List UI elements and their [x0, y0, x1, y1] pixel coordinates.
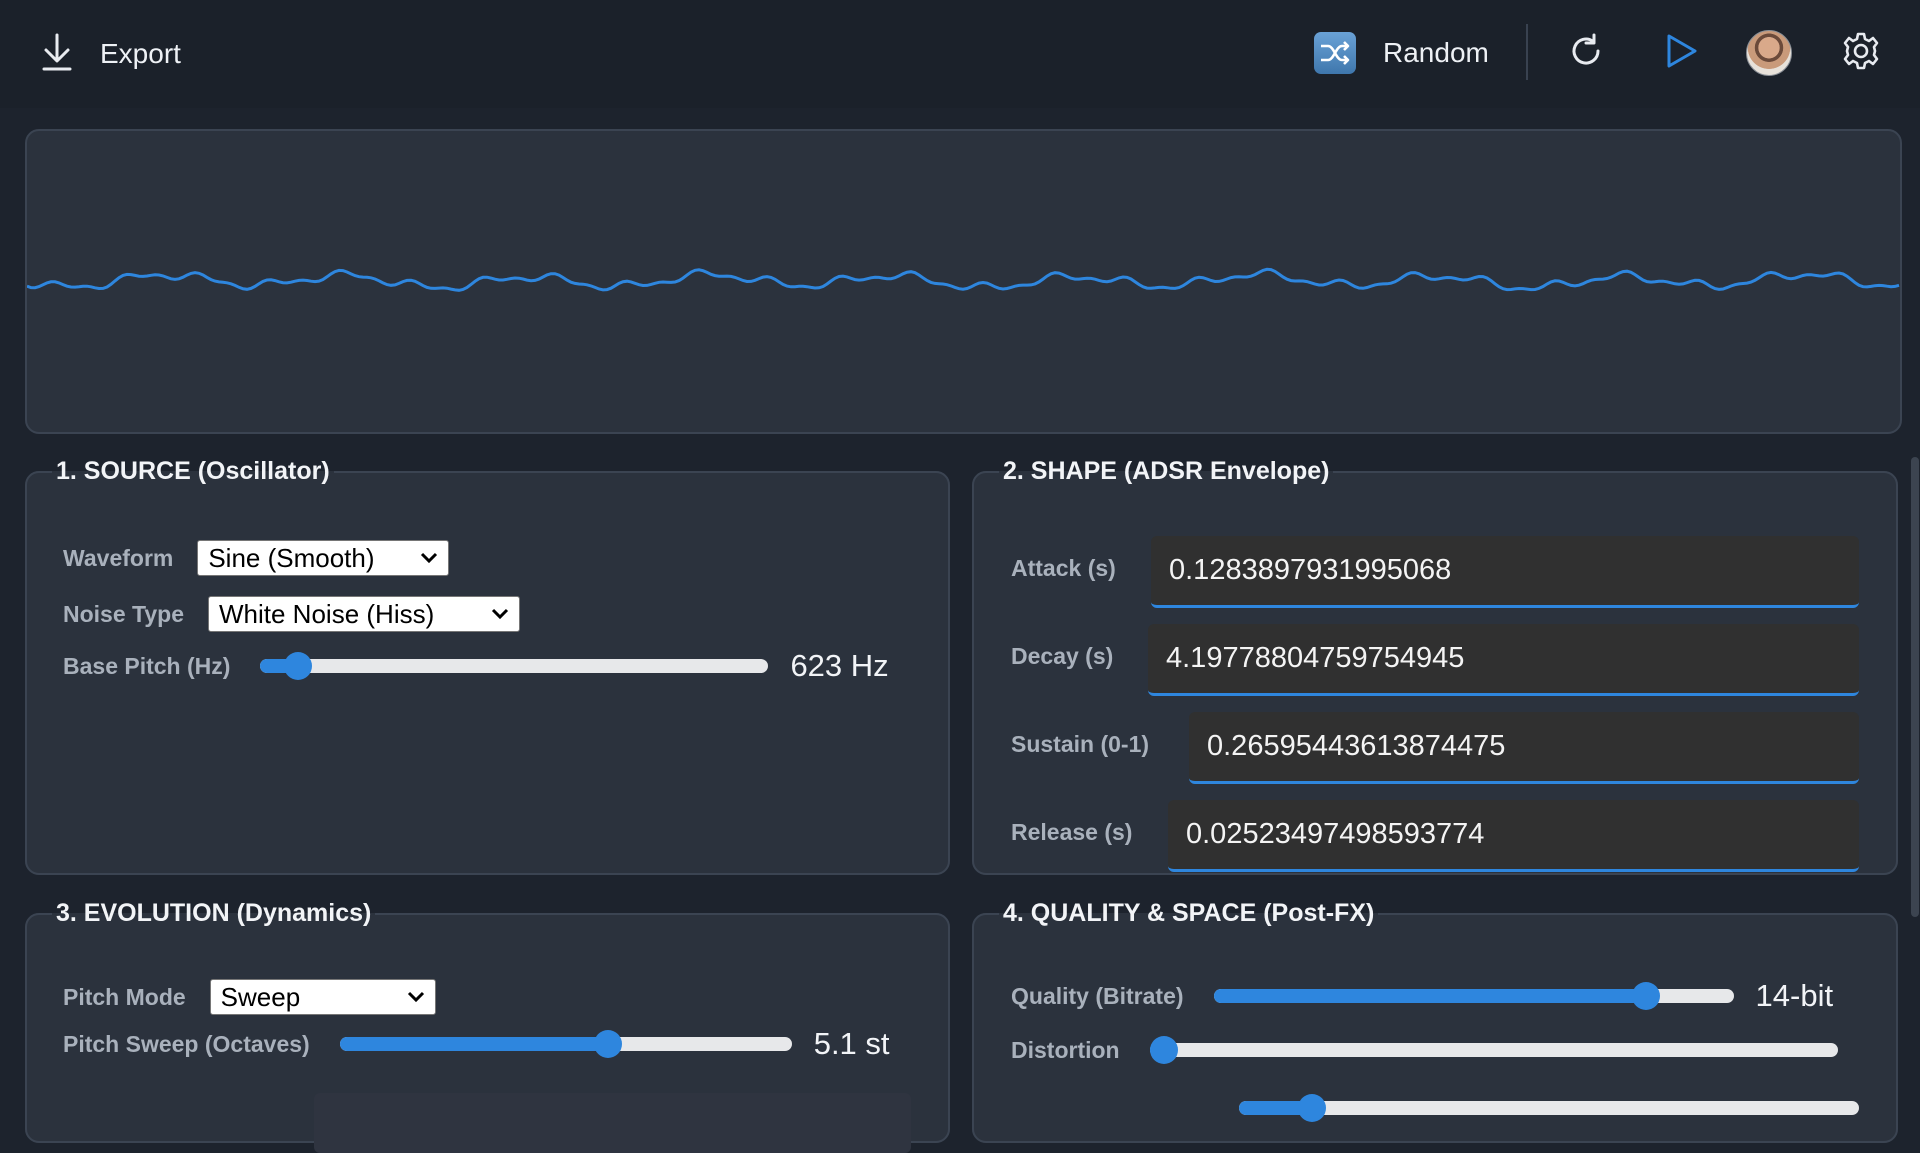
random-label: Random [1383, 37, 1489, 68]
slider-fill [1213, 989, 1646, 1003]
source-panel: 1. SOURCE (Oscillator) Waveform Sine (Sm… [25, 457, 950, 875]
pitch-sweep-label: Pitch Sweep (Octaves) [63, 1030, 310, 1057]
page-scrollbar[interactable] [1911, 457, 1919, 917]
attack-label: Attack (s) [1011, 555, 1116, 581]
export-label: Export [100, 38, 181, 69]
chevron-down-icon [491, 604, 509, 625]
slider-thumb[interactable] [1149, 1036, 1178, 1064]
user-avatar-button[interactable] [1746, 30, 1792, 76]
slider-thumb[interactable] [1631, 982, 1660, 1010]
slider-thumb[interactable] [594, 1030, 623, 1058]
bitrate-row: Quality (Bitrate) 14-bit [1011, 978, 1861, 1014]
pitch-sweep-slider[interactable] [339, 1030, 792, 1058]
refresh-icon [1567, 32, 1605, 75]
pitch-mode-select[interactable]: Sweep [209, 979, 436, 1015]
sustain-label: Sustain (0-1) [1011, 731, 1150, 757]
decay-input[interactable]: 4.19778804759754945 [1148, 624, 1859, 696]
distortion-label: Distortion [1011, 1036, 1120, 1063]
random-button[interactable]: Random [1314, 30, 1489, 76]
avatar [1746, 30, 1792, 76]
chevron-down-icon [420, 548, 438, 569]
base-pitch-row: Base Pitch (Hz) 623 Hz [63, 648, 913, 684]
slider-thumb[interactable] [284, 652, 313, 680]
attack-input[interactable]: 0.1283897931995068 [1151, 536, 1859, 608]
play-icon [1662, 32, 1700, 75]
distortion-slider[interactable] [1149, 1036, 1838, 1064]
slider-track [1149, 1043, 1838, 1057]
noise-type-select[interactable]: White Noise (Hiss) [208, 596, 520, 632]
evolution-panel: 3. EVOLUTION (Dynamics) Pitch Mode Sweep… [25, 899, 950, 1153]
slider-track [260, 659, 769, 673]
refresh-button[interactable] [1563, 30, 1609, 76]
shape-panel-title: 2. SHAPE (ADSR Envelope) [1003, 457, 1330, 485]
waveform-graph [27, 267, 1900, 292]
bitrate-value: 14-bit [1755, 978, 1834, 1013]
pitch-sweep-value: 5.1 st [813, 1026, 890, 1061]
waveform-label: Waveform [63, 544, 174, 571]
release-label: Release (s) [1011, 819, 1133, 845]
quality-panel-title: 4. QUALITY & SPACE (Post-FX) [1003, 899, 1375, 927]
next-field-input[interactable] [314, 1093, 911, 1153]
waveform-select[interactable]: Sine (Smooth) [197, 540, 450, 576]
release-input[interactable]: 0.02523497498593774 [1168, 800, 1859, 872]
noise-type-select-value: White Noise (Hiss) [219, 598, 435, 629]
export-button[interactable]: Export [40, 32, 181, 76]
slider-track [1239, 1101, 1859, 1115]
pitch-mode-row: Pitch Mode Sweep [63, 979, 436, 1015]
play-button[interactable] [1658, 30, 1704, 76]
filter-row [1011, 1094, 1861, 1122]
decay-label: Decay (s) [1011, 643, 1114, 669]
pitch-mode-select-value: Sweep [220, 981, 301, 1012]
download-icon [40, 32, 74, 77]
top-toolbar: Export Random [0, 0, 1920, 108]
noise-row: Noise Type White Noise (Hiss) [63, 596, 520, 632]
bitrate-slider[interactable] [1213, 982, 1734, 1010]
slider-fill [339, 1037, 609, 1051]
slider-thumb[interactable] [1298, 1094, 1327, 1122]
pitch-mode-label: Pitch Mode [63, 983, 186, 1010]
waveform-select-value: Sine (Smooth) [208, 542, 375, 573]
base-pitch-label: Base Pitch (Hz) [63, 652, 231, 679]
shuffle-icon [1314, 32, 1356, 74]
quality-panel: 4. QUALITY & SPACE (Post-FX) Quality (Bi… [972, 899, 1898, 1143]
noise-type-label: Noise Type [63, 600, 184, 627]
source-panel-title: 1. SOURCE (Oscillator) [56, 457, 330, 485]
settings-button[interactable] [1838, 30, 1884, 76]
evolution-panel-title: 3. EVOLUTION (Dynamics) [56, 899, 372, 927]
bitrate-label: Quality (Bitrate) [1011, 982, 1184, 1009]
distortion-row: Distortion [1011, 1036, 1861, 1064]
waveform-row: Waveform Sine (Smooth) [63, 540, 450, 576]
chevron-down-icon [407, 987, 425, 1008]
waveform-display [25, 129, 1902, 434]
sustain-input[interactable]: 0.26595443613874475 [1189, 712, 1859, 784]
filter-slider[interactable] [1239, 1094, 1859, 1122]
base-pitch-value: 623 Hz [790, 648, 889, 683]
toolbar-divider [1526, 24, 1528, 80]
pitch-sweep-row: Pitch Sweep (Octaves) 5.1 st [63, 1026, 913, 1062]
waveform-line [27, 267, 1900, 292]
shape-panel: 2. SHAPE (ADSR Envelope) Attack (s) 0.12… [972, 457, 1898, 875]
gear-icon [1841, 31, 1881, 76]
base-pitch-slider[interactable] [260, 652, 769, 680]
